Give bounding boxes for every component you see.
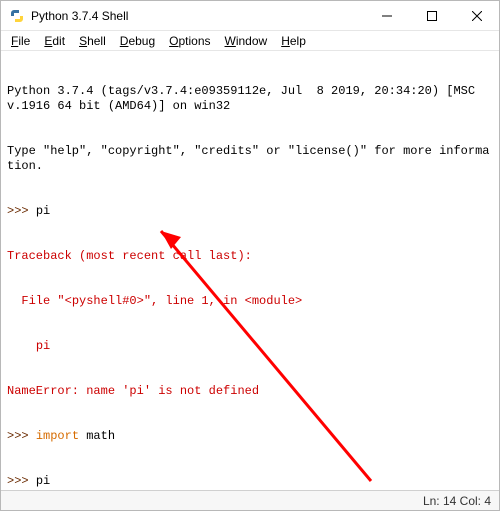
input-line: >>> pi — [7, 204, 493, 219]
shell-area[interactable]: Python 3.7.4 (tags/v3.7.4:e09359112e, Ju… — [1, 51, 499, 490]
window-controls — [364, 1, 499, 30]
cursor-position: Ln: 14 Col: 4 — [423, 494, 491, 508]
input-line: >>> pi — [7, 474, 493, 489]
traceback-line: NameError: name 'pi' is not defined — [7, 384, 493, 399]
traceback-line: File "<pyshell#0>", line 1, in <module> — [7, 294, 493, 309]
window-title: Python 3.7.4 Shell — [31, 9, 364, 23]
prompt: >>> — [7, 474, 36, 488]
menubar: File Edit Shell Debug Options Window Hel… — [1, 31, 499, 51]
menu-help[interactable]: Help — [275, 33, 312, 49]
input-text: pi — [36, 474, 50, 488]
input-text: pi — [36, 204, 50, 218]
traceback-line: pi — [7, 339, 493, 354]
menu-edit[interactable]: Edit — [38, 33, 71, 49]
menu-options[interactable]: Options — [163, 33, 216, 49]
minimize-button[interactable] — [364, 1, 409, 30]
window: Python 3.7.4 Shell File Edit Shell Debug… — [0, 0, 500, 511]
close-button[interactable] — [454, 1, 499, 30]
menu-file[interactable]: File — [5, 33, 36, 49]
titlebar: Python 3.7.4 Shell — [1, 1, 499, 31]
keyword: import — [36, 429, 79, 443]
input-text: math — [79, 429, 115, 443]
prompt: >>> — [7, 429, 36, 443]
menu-debug[interactable]: Debug — [114, 33, 161, 49]
prompt: >>> — [7, 204, 36, 218]
menu-window[interactable]: Window — [219, 33, 274, 49]
input-line: >>> import math — [7, 429, 493, 444]
menu-shell[interactable]: Shell — [73, 33, 112, 49]
traceback-line: Traceback (most recent call last): — [7, 249, 493, 264]
banner-line: Type "help", "copyright", "credits" or "… — [7, 144, 493, 174]
python-icon — [9, 8, 25, 24]
maximize-button[interactable] — [409, 1, 454, 30]
statusbar: Ln: 14 Col: 4 — [1, 490, 499, 510]
banner-line: Python 3.7.4 (tags/v3.7.4:e09359112e, Ju… — [7, 84, 493, 114]
